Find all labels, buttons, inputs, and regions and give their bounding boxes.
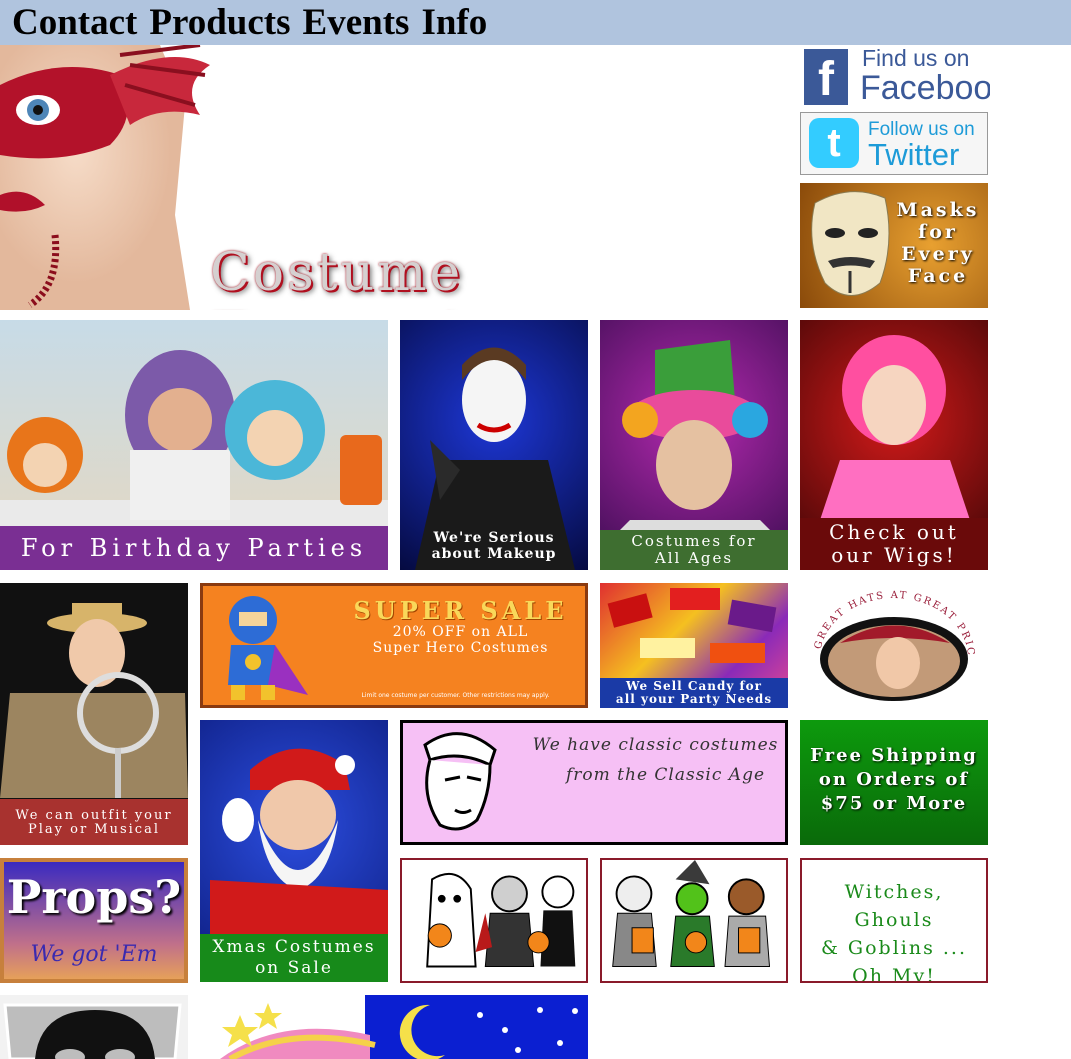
super-sale-line-1: 20% OFF on ALL [392,624,529,640]
makeup-tile[interactable]: We're Serious about Makeup [400,320,588,570]
nav-events[interactable]: Events [303,1,410,44]
candy-caption: We Sell Candy for all your Party Needs [600,678,788,708]
super-sale-title: SUPER SALE [353,596,568,625]
classic-costumes-tile[interactable]: We have classic costumes from the Classi… [400,720,788,845]
wigs-caption: Check out our Wigs! [800,518,988,570]
masks-line-3: Every [901,243,975,265]
header-banner: Costume Expressions [0,45,790,310]
witches-line-2: & Goblins ... [820,937,968,959]
classic-text-1: We have classic costumes [532,735,779,755]
witches-line-1: Witches, Ghouls [844,881,944,931]
all-ages-tile[interactable]: Costumes for All Ages [600,320,788,570]
facebook-icon: f [804,49,848,106]
cartoon-monsters-tile-1[interactable] [400,858,588,983]
shipping-line-3: $75 or More [820,793,968,814]
witches-line-3: Oh My! [852,965,936,983]
xmas-tile[interactable]: Xmas Costumes on Sale [200,720,388,982]
masks-tile[interactable]: Masks for Every Face [800,183,988,308]
props-subtitle: We got 'Em [30,942,158,967]
play-musical-caption-1: We can outfit your [15,808,173,823]
all-ages-caption-1: Costumes for [631,532,757,550]
nav-products[interactable]: Products [149,1,290,44]
masks-line-4: Face [907,265,969,287]
witches-text: Witches, Ghouls & Goblins ... Oh My! [802,878,986,983]
monster-witch-werewolf-image [612,860,771,967]
ghost-vampire-skeleton-image [426,872,576,968]
facebook-label-1: Find us on [862,45,970,71]
masks-line-1: Masks [896,199,980,221]
top-nav-bar: Contact Products Events Info [0,0,1071,45]
twitter-label-2: Twitter [868,137,960,172]
classic-text-2: from the Classic Age [565,765,766,785]
night-sky-tile[interactable] [200,995,588,1059]
candy-caption-2: all your Party Needs [615,692,773,706]
xmas-caption-2: on Sale [255,958,333,978]
twitter-link[interactable]: t Follow us on Twitter [800,112,988,175]
brand-logo-text: Costume Expressions [210,243,558,310]
shipping-line-1: Free Shipping [810,745,978,766]
play-musical-caption-2: Play or Musical [27,822,160,837]
mask-drawing-tile[interactable] [0,995,188,1059]
all-ages-caption-2: All Ages [654,549,734,567]
play-musical-caption: We can outfit your Play or Musical [0,799,188,845]
nav-info[interactable]: Info [421,1,487,44]
masks-text: Masks for Every Face [890,199,986,287]
great-hats-tile[interactable]: GREAT HATS AT GREAT PRICES [800,583,988,708]
all-ages-caption: Costumes for All Ages [600,530,788,570]
shipping-line-2: on Orders of [818,769,970,790]
makeup-caption: We're Serious about Makeup [400,530,588,562]
nav-contact[interactable]: Contact [12,1,137,44]
makeup-caption-1: We're Serious [433,530,555,546]
play-musical-tile[interactable]: We can outfit your Play or Musical [0,583,188,845]
wigs-caption-2: our Wigs! [831,543,957,567]
props-tile[interactable]: Props? We got 'Em [0,858,188,983]
candy-tile[interactable]: We Sell Candy for all your Party Needs [600,583,788,708]
facebook-link[interactable]: f Find us on Facebook [800,45,990,107]
birthday-tile[interactable]: For Birthday Parties [0,320,388,570]
twitter-icon: t [809,118,859,168]
great-hats-badge: GREAT HATS AT GREAT PRICES [800,583,974,701]
superhero-mascot-icon [228,596,308,700]
birthday-caption: For Birthday Parties [0,526,388,570]
black-mask-icon [3,1003,182,1059]
shipping-text: Free Shipping on Orders of $75 or More [800,744,988,816]
xmas-caption: Xmas Costumes on Sale [200,934,388,982]
moon-stars-image [220,995,588,1059]
makeup-caption-2: about Makeup [431,546,557,562]
classic-lady-drawing-icon [423,732,497,831]
cartoon-monsters-tile-2[interactable] [600,858,788,983]
wigs-caption-1: Check out [829,520,959,544]
super-sale-line-2: Super Hero Costumes [372,640,549,656]
masks-line-2: for [918,221,958,243]
super-sale-tile[interactable]: SUPER SALE 20% OFF on ALL Super Hero Cos… [200,583,588,708]
props-title: Props? [6,870,182,924]
super-sale-fine-print: Limit one costume per customer. Other re… [361,692,550,699]
xmas-caption-1: Xmas Costumes [212,937,376,957]
facebook-label-2: Facebook [860,69,990,107]
free-shipping-tile[interactable]: Free Shipping on Orders of $75 or More [800,720,988,845]
witches-tile[interactable]: Witches, Ghouls & Goblins ... Oh My! [800,858,988,983]
wigs-tile[interactable]: Check out our Wigs! [800,320,988,570]
